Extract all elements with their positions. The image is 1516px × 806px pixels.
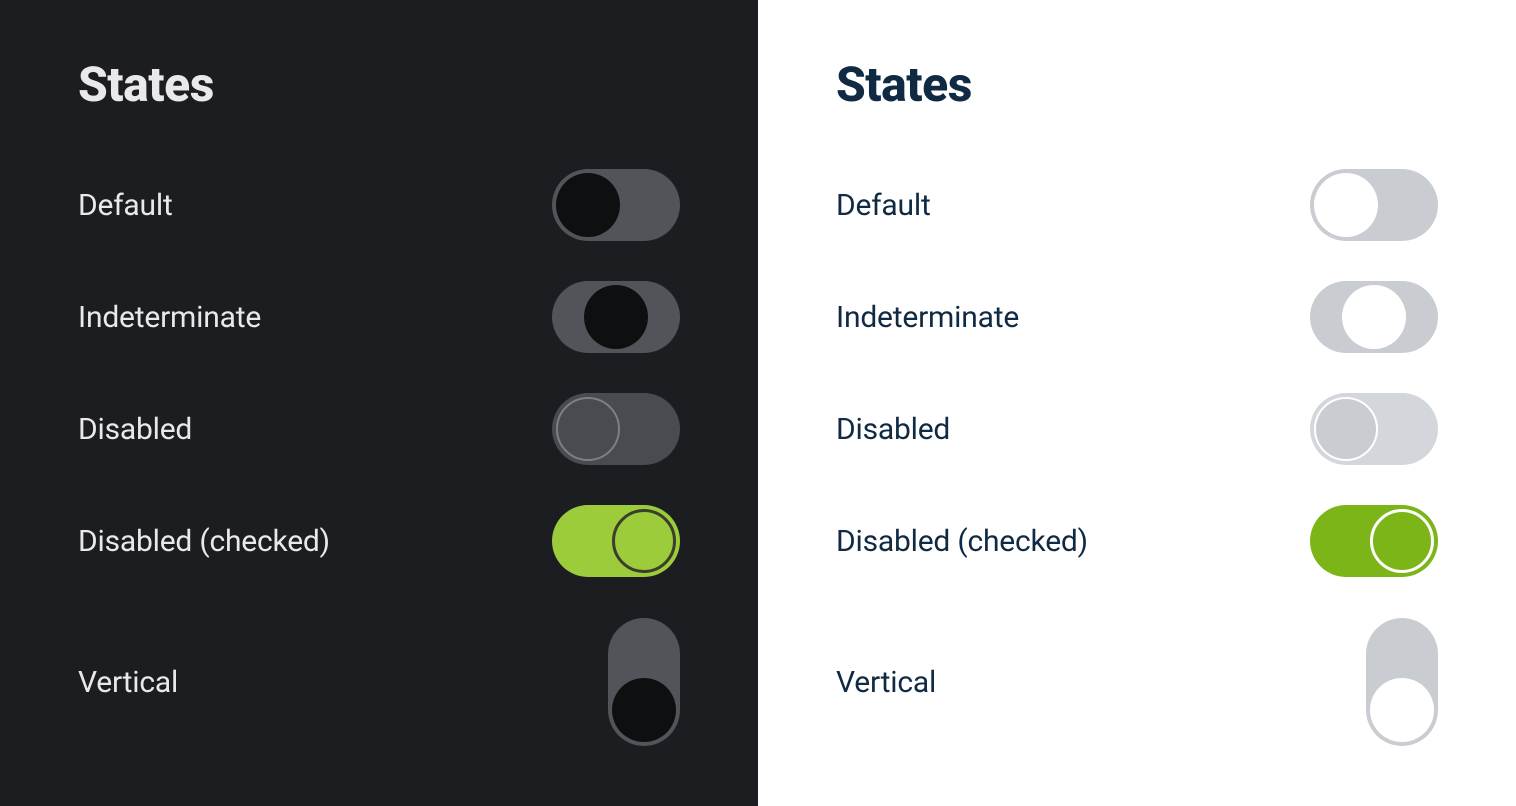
- row-disabled: Disabled: [78, 393, 680, 465]
- toggle-knob: [1370, 509, 1434, 573]
- row-disabled: Disabled: [836, 393, 1438, 465]
- light-theme-panel: States Default Indeterminate Disabled Di…: [758, 0, 1516, 806]
- toggle-indeterminate[interactable]: [1310, 281, 1438, 353]
- toggle-knob: [1342, 285, 1406, 349]
- label-default: Default: [78, 188, 173, 223]
- toggle-vertical[interactable]: [608, 618, 680, 746]
- section-heading: States: [836, 56, 1438, 113]
- toggle-knob: [1314, 397, 1378, 461]
- toggle-knob: [556, 173, 620, 237]
- row-default: Default: [836, 169, 1438, 241]
- label-disabled: Disabled: [836, 412, 950, 447]
- row-vertical: Vertical: [836, 617, 1438, 747]
- section-heading: States: [78, 56, 680, 113]
- row-disabled-checked: Disabled (checked): [78, 505, 680, 577]
- row-vertical: Vertical: [78, 617, 680, 747]
- label-default: Default: [836, 188, 931, 223]
- toggle-disabled: [1310, 393, 1438, 465]
- toggle-knob: [584, 285, 648, 349]
- row-disabled-checked: Disabled (checked): [836, 505, 1438, 577]
- toggle-knob: [1370, 678, 1434, 742]
- dark-theme-panel: States Default Indeterminate Disabled Di…: [0, 0, 758, 806]
- row-indeterminate: Indeterminate: [836, 281, 1438, 353]
- toggle-indeterminate[interactable]: [552, 281, 680, 353]
- label-vertical: Vertical: [78, 665, 178, 700]
- toggle-knob: [1314, 173, 1378, 237]
- label-disabled-checked: Disabled (checked): [78, 524, 330, 559]
- label-disabled: Disabled: [78, 412, 192, 447]
- row-indeterminate: Indeterminate: [78, 281, 680, 353]
- toggle-knob: [612, 678, 676, 742]
- toggle-disabled-checked: [1310, 505, 1438, 577]
- toggle-default[interactable]: [552, 169, 680, 241]
- toggle-disabled: [552, 393, 680, 465]
- row-default: Default: [78, 169, 680, 241]
- label-vertical: Vertical: [836, 665, 936, 700]
- toggle-vertical[interactable]: [1366, 618, 1438, 746]
- label-indeterminate: Indeterminate: [78, 300, 261, 335]
- label-indeterminate: Indeterminate: [836, 300, 1019, 335]
- toggle-knob: [556, 397, 620, 461]
- toggle-disabled-checked: [552, 505, 680, 577]
- toggle-knob: [612, 509, 676, 573]
- toggle-default[interactable]: [1310, 169, 1438, 241]
- label-disabled-checked: Disabled (checked): [836, 524, 1088, 559]
